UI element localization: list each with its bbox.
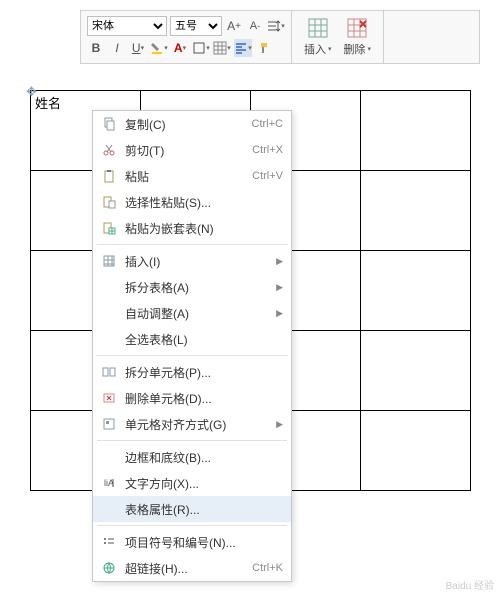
menu-label: 全选表格(L): [119, 331, 283, 348]
menu-label: 单元格对齐方式(G): [119, 416, 276, 433]
cut-icon: [99, 143, 119, 157]
menu-shortcut: Ctrl+V: [252, 170, 283, 182]
menu-text-direction[interactable]: liA 文字方向(X)...: [93, 470, 291, 496]
menu-label: 项目符号和编号(N)...: [119, 534, 283, 551]
line-spacing-icon[interactable]: ▾: [267, 17, 285, 35]
italic-icon[interactable]: I: [108, 39, 126, 57]
increase-font-icon[interactable]: A+: [225, 17, 243, 35]
copy-icon: [99, 117, 119, 131]
watermark: Baidu 经验: [446, 577, 494, 592]
menu-cut[interactable]: 剪切(T) Ctrl+X: [93, 137, 291, 163]
insert-table-icon[interactable]: ▾: [213, 39, 231, 57]
font-color-icon[interactable]: A▾: [171, 39, 189, 57]
decrease-font-icon[interactable]: A-: [246, 17, 264, 35]
menu-label: 插入(I): [119, 253, 276, 270]
menu-label: 剪切(T): [119, 142, 252, 159]
menu-insert[interactable]: 插入(I) ▶: [93, 248, 291, 274]
submenu-arrow-icon: ▶: [276, 419, 283, 430]
paste-nested-icon: [99, 221, 119, 235]
borders-icon[interactable]: ▾: [192, 39, 210, 57]
menu-table-properties[interactable]: 表格属性(R)...: [93, 496, 291, 522]
menu-split-cells[interactable]: 拆分单元格(P)...: [93, 359, 291, 385]
format-painter-icon[interactable]: [255, 39, 273, 57]
formatting-toolbar: 宋体 五号 A+ A- ▾ B I U▾ ▾ A▾ ▾: [80, 10, 480, 64]
menu-label: 拆分单元格(P)...: [119, 364, 283, 381]
menu-label: 粘贴: [119, 168, 252, 185]
delete-label: 删除: [344, 41, 366, 57]
paste-special-icon: [99, 195, 119, 209]
font-size-select[interactable]: 五号: [170, 16, 222, 36]
menu-label: 粘贴为嵌套表(N): [119, 220, 283, 237]
hyperlink-icon: [99, 561, 119, 575]
insert-button[interactable]: 插入▾: [298, 15, 338, 59]
table-cell[interactable]: [361, 91, 471, 171]
menu-bullets[interactable]: 项目符号和编号(N)...: [93, 529, 291, 555]
context-menu: 复制(C) Ctrl+C 剪切(T) Ctrl+X 粘贴 Ctrl+V 选择性粘…: [92, 110, 292, 582]
menu-select-all[interactable]: 全选表格(L): [93, 326, 291, 352]
menu-label: 自动调整(A): [119, 305, 276, 322]
alignment-icon[interactable]: ▾: [234, 39, 252, 57]
bold-icon[interactable]: B: [87, 39, 105, 57]
split-cells-icon: [99, 365, 119, 379]
menu-hyperlink[interactable]: 超链接(H)... Ctrl+K: [93, 555, 291, 581]
menu-borders[interactable]: 边框和底纹(B)...: [93, 444, 291, 470]
menu-delete-cells[interactable]: 删除单元格(D)...: [93, 385, 291, 411]
submenu-arrow-icon: ▶: [276, 256, 283, 267]
table-move-handle-icon[interactable]: ✥: [26, 84, 37, 100]
submenu-arrow-icon: ▶: [276, 308, 283, 319]
menu-shortcut: Ctrl+X: [252, 144, 283, 156]
menu-auto-fit[interactable]: 自动调整(A) ▶: [93, 300, 291, 326]
cell-align-icon: [99, 417, 119, 431]
text-direction-icon: liA: [99, 476, 119, 490]
menu-copy[interactable]: 复制(C) Ctrl+C: [93, 111, 291, 137]
menu-shortcut: Ctrl+K: [252, 562, 283, 574]
submenu-arrow-icon: ▶: [276, 282, 283, 293]
menu-paste[interactable]: 粘贴 Ctrl+V: [93, 163, 291, 189]
cell-text: 姓名: [35, 96, 61, 111]
insert-menu-icon: [99, 254, 119, 268]
menu-label: 超链接(H)...: [119, 560, 252, 577]
menu-paste-nested[interactable]: 粘贴为嵌套表(N): [93, 215, 291, 241]
menu-label: 拆分表格(A): [119, 279, 276, 296]
menu-cell-align[interactable]: 单元格对齐方式(G) ▶: [93, 411, 291, 437]
font-name-select[interactable]: 宋体: [87, 16, 167, 36]
underline-icon[interactable]: U▾: [129, 39, 147, 57]
menu-label: 文字方向(X)...: [119, 475, 283, 492]
highlight-color-icon[interactable]: ▾: [150, 39, 168, 57]
menu-paste-special[interactable]: 选择性粘贴(S)...: [93, 189, 291, 215]
menu-label: 边框和底纹(B)...: [119, 449, 283, 466]
paste-icon: [99, 169, 119, 183]
menu-shortcut: Ctrl+C: [252, 118, 283, 130]
menu-label: 删除单元格(D)...: [119, 390, 283, 407]
delete-button[interactable]: 删除▾: [338, 15, 378, 59]
delete-cells-icon: [99, 391, 119, 405]
insert-label: 插入: [304, 41, 326, 57]
menu-split-table[interactable]: 拆分表格(A) ▶: [93, 274, 291, 300]
menu-label: 表格属性(R)...: [119, 501, 283, 518]
menu-label: 选择性粘贴(S)...: [119, 194, 283, 211]
menu-label: 复制(C): [119, 116, 252, 133]
bullets-icon: [99, 535, 119, 549]
